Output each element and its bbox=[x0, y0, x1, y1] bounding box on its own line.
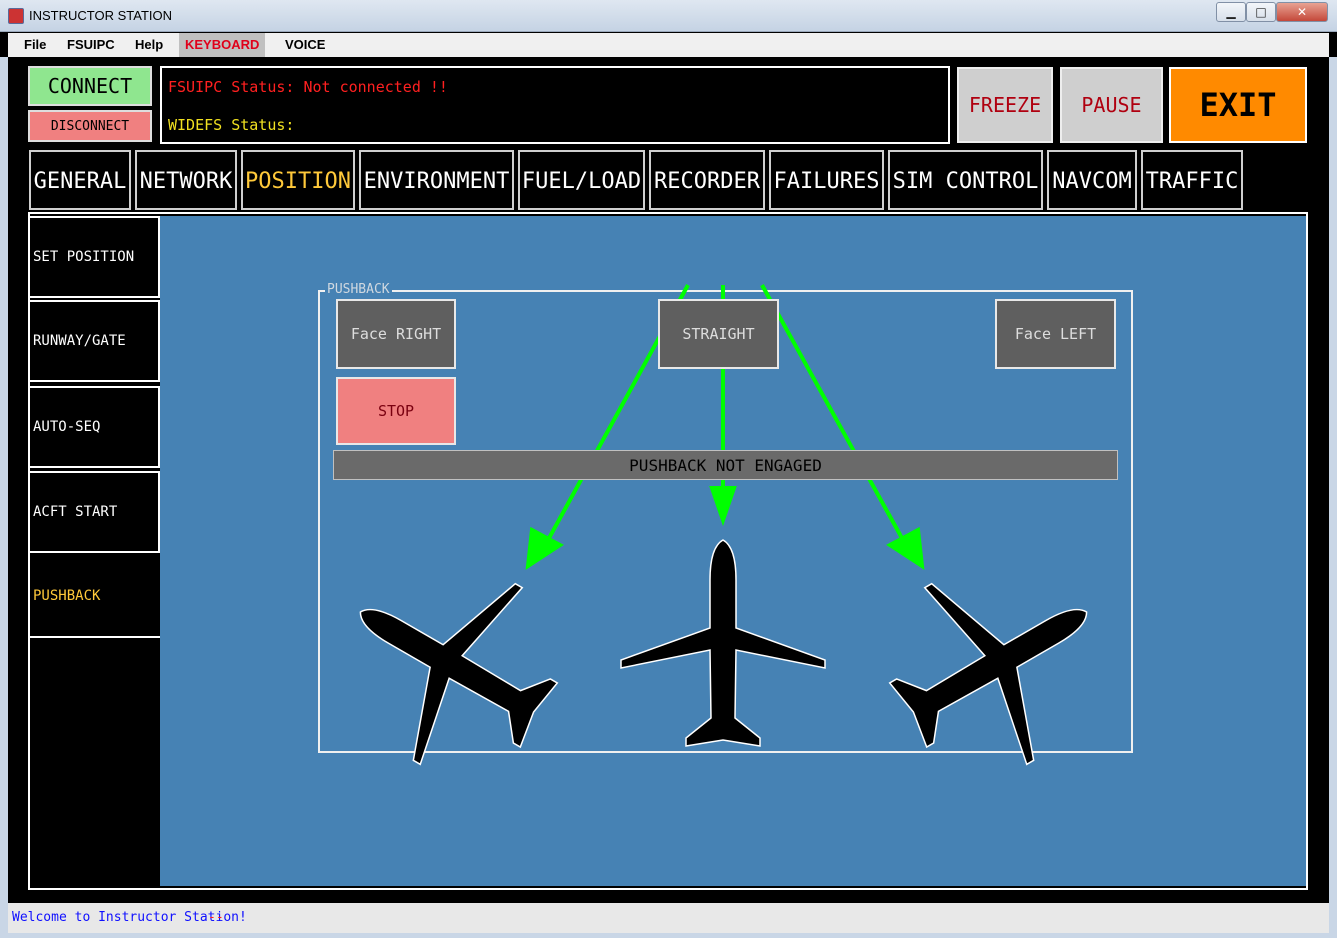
tab-failures[interactable]: FAILURES bbox=[769, 150, 884, 210]
sidebar-item-set-position[interactable]: SET POSITION bbox=[30, 216, 160, 298]
tab-navcom[interactable]: NAVCOM bbox=[1047, 150, 1137, 210]
sidebar-item-label: SET POSITION bbox=[33, 249, 135, 265]
sidebar-item-label: AUTO-SEQ bbox=[33, 419, 101, 435]
maximize-button[interactable]: □ bbox=[1246, 2, 1276, 22]
tab-general[interactable]: GENERAL bbox=[29, 150, 131, 210]
sidebar-item-pushback[interactable]: PUSHBACK bbox=[30, 556, 160, 638]
tab-position[interactable]: POSITION bbox=[241, 150, 355, 210]
menu-help[interactable]: Help bbox=[129, 33, 169, 57]
close-icon: ✕ bbox=[1296, 5, 1308, 19]
fsuipc-status: FSUIPC Status: Not connected !! bbox=[168, 78, 448, 96]
minimize-button[interactable]: ▁ bbox=[1216, 2, 1246, 22]
window-border-left bbox=[0, 57, 8, 938]
pushback-status: PUSHBACK NOT ENGAGED bbox=[333, 450, 1118, 480]
tab-sim-control[interactable]: SIM CONTROL bbox=[888, 150, 1043, 210]
pause-button[interactable]: PAUSE bbox=[1060, 67, 1163, 143]
sidebar-item-runway-gate[interactable]: RUNWAY/GATE bbox=[30, 300, 160, 382]
face-left-button[interactable]: Face LEFT bbox=[995, 299, 1116, 369]
window-border-bottom bbox=[0, 933, 1337, 938]
freeze-button[interactable]: FREEZE bbox=[957, 67, 1053, 143]
window-title: INSTRUCTOR STATION bbox=[29, 8, 172, 23]
maximize-icon: □ bbox=[1255, 5, 1267, 19]
tab-network[interactable]: NETWORK bbox=[135, 150, 237, 210]
status-indicator: -- bbox=[208, 910, 224, 925]
tab-recorder[interactable]: RECORDER bbox=[649, 150, 765, 210]
menu-fsuipc[interactable]: FSUIPC bbox=[61, 33, 121, 57]
tab-environment[interactable]: ENVIRONMENT bbox=[359, 150, 514, 210]
menu-file[interactable]: File bbox=[18, 33, 52, 57]
disconnect-button[interactable]: DISCONNECT bbox=[28, 110, 152, 142]
sidebar-item-label: ACFT START bbox=[33, 504, 118, 520]
face-right-button[interactable]: Face RIGHT bbox=[336, 299, 456, 369]
close-button[interactable]: ✕ bbox=[1276, 2, 1328, 22]
menu-voice[interactable]: VOICE bbox=[279, 33, 331, 57]
sidebar-item-label: PUSHBACK bbox=[33, 588, 101, 604]
tab-fuel-load[interactable]: FUEL/LOAD bbox=[518, 150, 645, 210]
pushback-legend: PUSHBACK bbox=[325, 282, 392, 297]
connect-button[interactable]: CONNECT bbox=[28, 66, 152, 106]
minimize-icon: ▁ bbox=[1226, 5, 1236, 19]
menu-keyboard[interactable]: KEYBOARD bbox=[179, 33, 266, 57]
sidebar-item-label: RUNWAY/GATE bbox=[33, 333, 126, 349]
tab-traffic[interactable]: TRAFFIC bbox=[1141, 150, 1243, 210]
widefs-status: WIDEFS Status: bbox=[168, 116, 295, 134]
sidebar-item-acft-start[interactable]: ACFT START bbox=[30, 471, 160, 553]
title-bar bbox=[0, 0, 1337, 32]
stop-button[interactable]: STOP bbox=[336, 377, 456, 445]
straight-button[interactable]: STRAIGHT bbox=[658, 299, 779, 369]
app-icon bbox=[8, 8, 24, 24]
menu-bar: File FSUIPC Help KEYBOARD VOICE bbox=[8, 33, 1329, 57]
sidebar-item-auto-seq[interactable]: AUTO-SEQ bbox=[30, 386, 160, 468]
exit-button[interactable]: EXIT bbox=[1169, 67, 1307, 143]
window-border-right bbox=[1329, 57, 1337, 938]
